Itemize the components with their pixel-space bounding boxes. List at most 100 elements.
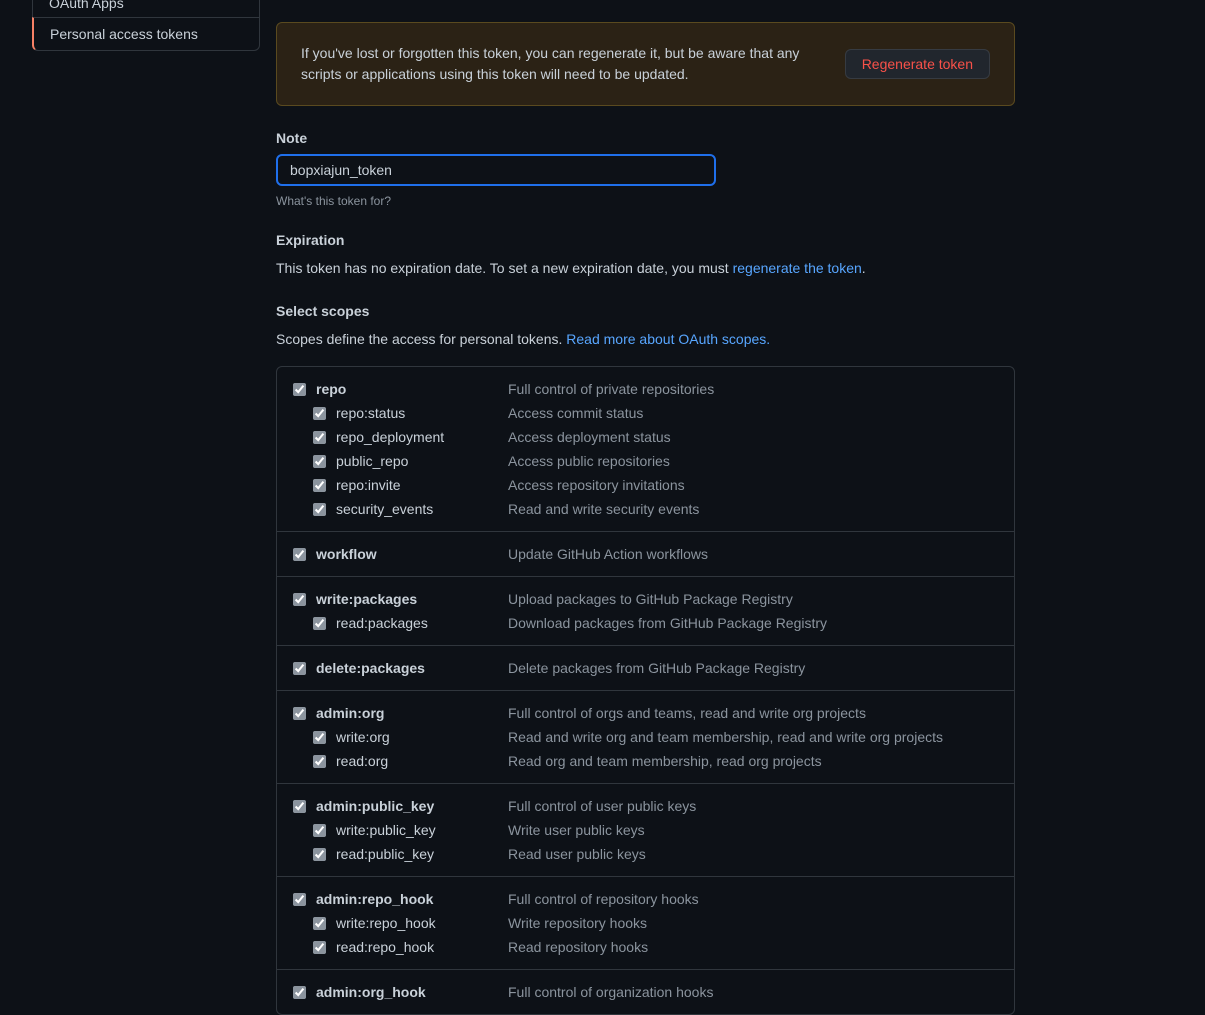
scope-row: write:public_keyWrite user public keys bbox=[293, 818, 998, 842]
sidebar-item-personal-access-tokens[interactable]: Personal access tokens bbox=[32, 17, 260, 51]
scope-row: admin:org Full control of orgs and teams,… bbox=[293, 701, 998, 725]
scope-name: admin:org bbox=[316, 705, 384, 721]
scope-name: read:public_key bbox=[336, 846, 434, 862]
scope-checkbox[interactable] bbox=[293, 800, 306, 813]
regenerate-token-link[interactable]: regenerate the token bbox=[733, 260, 862, 276]
scopes-list: repoFull control of private repositories… bbox=[276, 366, 1015, 1015]
regenerate-token-button[interactable]: Regenerate token bbox=[845, 49, 990, 79]
scope-checkbox[interactable] bbox=[293, 593, 306, 606]
regenerate-alert: If you've lost or forgotten this token, … bbox=[276, 22, 1015, 106]
scope-name: repo:invite bbox=[336, 477, 401, 493]
scope-description: Full control of organization hooks bbox=[508, 984, 713, 1000]
expiration-text-post: . bbox=[862, 260, 866, 276]
expiration-label: Expiration bbox=[276, 232, 1015, 248]
scope-group: write:packages Upload packages to GitHub … bbox=[277, 577, 1014, 646]
scopes-label: Select scopes bbox=[276, 303, 1015, 319]
scope-checkbox[interactable] bbox=[313, 479, 326, 492]
sidebar-item-label: Personal access tokens bbox=[50, 26, 198, 42]
scope-checkbox[interactable] bbox=[313, 917, 326, 930]
scopes-desc-pre: Scopes define the access for personal to… bbox=[276, 331, 566, 347]
scope-row: write:orgRead and write org and team mem… bbox=[293, 725, 998, 749]
scope-checkbox[interactable] bbox=[293, 383, 306, 396]
scope-checkbox[interactable] bbox=[293, 707, 306, 720]
scope-name: workflow bbox=[316, 546, 377, 562]
scope-group: admin:repo_hook Full control of repositor… bbox=[277, 877, 1014, 970]
scope-checkbox[interactable] bbox=[313, 503, 326, 516]
scope-description: Read and write security events bbox=[508, 501, 699, 517]
scope-checkbox[interactable] bbox=[313, 407, 326, 420]
scope-checkbox[interactable] bbox=[313, 731, 326, 744]
scope-checkbox[interactable] bbox=[313, 941, 326, 954]
scope-name: admin:org_hook bbox=[316, 984, 426, 1000]
note-input[interactable] bbox=[276, 154, 716, 186]
scope-description: Full control of private repositories bbox=[508, 381, 714, 397]
expiration-section: Expiration This token has no expiration … bbox=[276, 232, 1015, 279]
scope-row: read:public_key Read user public keys bbox=[293, 842, 998, 866]
scope-row: repo_deploymentAccess deployment status bbox=[293, 425, 998, 449]
expiration-text: This token has no expiration date. To se… bbox=[276, 258, 1015, 279]
sidebar-item-oauth-apps[interactable]: OAuth Apps bbox=[32, 0, 260, 17]
scope-name: read:org bbox=[336, 753, 388, 769]
scope-description: Download packages from GitHub Package Re… bbox=[508, 615, 827, 631]
scope-description: Delete packages from GitHub Package Regi… bbox=[508, 660, 805, 676]
scope-group: repoFull control of private repositories… bbox=[277, 367, 1014, 532]
scope-description: Read user public keys bbox=[508, 846, 646, 862]
scope-row: write:packages Upload packages to GitHub … bbox=[293, 587, 998, 611]
scope-row: repoFull control of private repositories bbox=[293, 377, 998, 401]
scope-name: write:packages bbox=[316, 591, 417, 607]
scope-description: Read and write org and team membership, … bbox=[508, 729, 943, 745]
settings-sidebar: OAuth Apps Personal access tokens bbox=[32, 0, 260, 1015]
scope-name: admin:public_key bbox=[316, 798, 434, 814]
scope-name: write:repo_hook bbox=[336, 915, 436, 931]
note-section: Note What's this token for? bbox=[276, 130, 1015, 208]
scope-description: Write repository hooks bbox=[508, 915, 647, 931]
scope-row: admin:repo_hook Full control of repositor… bbox=[293, 887, 998, 911]
scope-name: public_repo bbox=[336, 453, 408, 469]
scopes-desc: Scopes define the access for personal to… bbox=[276, 329, 1015, 350]
scope-name: admin:repo_hook bbox=[316, 891, 433, 907]
scope-row: workflow Update GitHub Action workflows bbox=[293, 542, 998, 566]
scope-description: Access repository invitations bbox=[508, 477, 685, 493]
oauth-scopes-link[interactable]: Read more about OAuth scopes. bbox=[566, 331, 770, 347]
scope-name: security_events bbox=[336, 501, 433, 517]
scope-checkbox[interactable] bbox=[293, 893, 306, 906]
scope-description: Upload packages to GitHub Package Regist… bbox=[508, 591, 793, 607]
scope-checkbox[interactable] bbox=[313, 824, 326, 837]
scope-checkbox[interactable] bbox=[293, 548, 306, 561]
scope-description: Full control of user public keys bbox=[508, 798, 696, 814]
scope-checkbox[interactable] bbox=[293, 986, 306, 999]
expiration-text-pre: This token has no expiration date. To se… bbox=[276, 260, 733, 276]
scope-name: delete:packages bbox=[316, 660, 425, 676]
scope-description: Update GitHub Action workflows bbox=[508, 546, 708, 562]
scope-description: Access deployment status bbox=[508, 429, 671, 445]
sidebar-item-label: OAuth Apps bbox=[49, 0, 124, 11]
scope-group: admin:org Full control of orgs and teams,… bbox=[277, 691, 1014, 784]
scope-checkbox[interactable] bbox=[313, 431, 326, 444]
note-hint: What's this token for? bbox=[276, 194, 1015, 208]
scope-name: read:repo_hook bbox=[336, 939, 434, 955]
scope-group: admin:org_hook Full control of organizati… bbox=[277, 970, 1014, 1014]
scope-description: Full control of orgs and teams, read and… bbox=[508, 705, 866, 721]
scope-description: Access commit status bbox=[508, 405, 643, 421]
scope-name: repo:status bbox=[336, 405, 405, 421]
scope-description: Full control of repository hooks bbox=[508, 891, 699, 907]
scope-row: security_events Read and write security e… bbox=[293, 497, 998, 521]
note-label: Note bbox=[276, 130, 1015, 146]
scope-row: repo:status Access commit status bbox=[293, 401, 998, 425]
scopes-section: Select scopes Scopes define the access f… bbox=[276, 303, 1015, 1015]
scope-checkbox[interactable] bbox=[293, 662, 306, 675]
scope-checkbox[interactable] bbox=[313, 755, 326, 768]
scope-checkbox[interactable] bbox=[313, 848, 326, 861]
scope-row: read:repo_hookRead repository hooks bbox=[293, 935, 998, 959]
scope-row: admin:public_key Full control of user pub… bbox=[293, 794, 998, 818]
scope-checkbox[interactable] bbox=[313, 455, 326, 468]
scope-group: admin:public_key Full control of user pub… bbox=[277, 784, 1014, 877]
scope-row: read:orgRead org and team membership, re… bbox=[293, 749, 998, 773]
scope-row: delete:packages Delete packages from GitH… bbox=[293, 656, 998, 680]
alert-text: If you've lost or forgotten this token, … bbox=[301, 43, 845, 85]
scope-checkbox[interactable] bbox=[313, 617, 326, 630]
main-content: If you've lost or forgotten this token, … bbox=[260, 0, 1205, 1015]
scope-group: workflow Update GitHub Action workflows bbox=[277, 532, 1014, 577]
scope-row: write:repo_hook Write repository hooks bbox=[293, 911, 998, 935]
scope-row: public_repoAccess public repositories bbox=[293, 449, 998, 473]
